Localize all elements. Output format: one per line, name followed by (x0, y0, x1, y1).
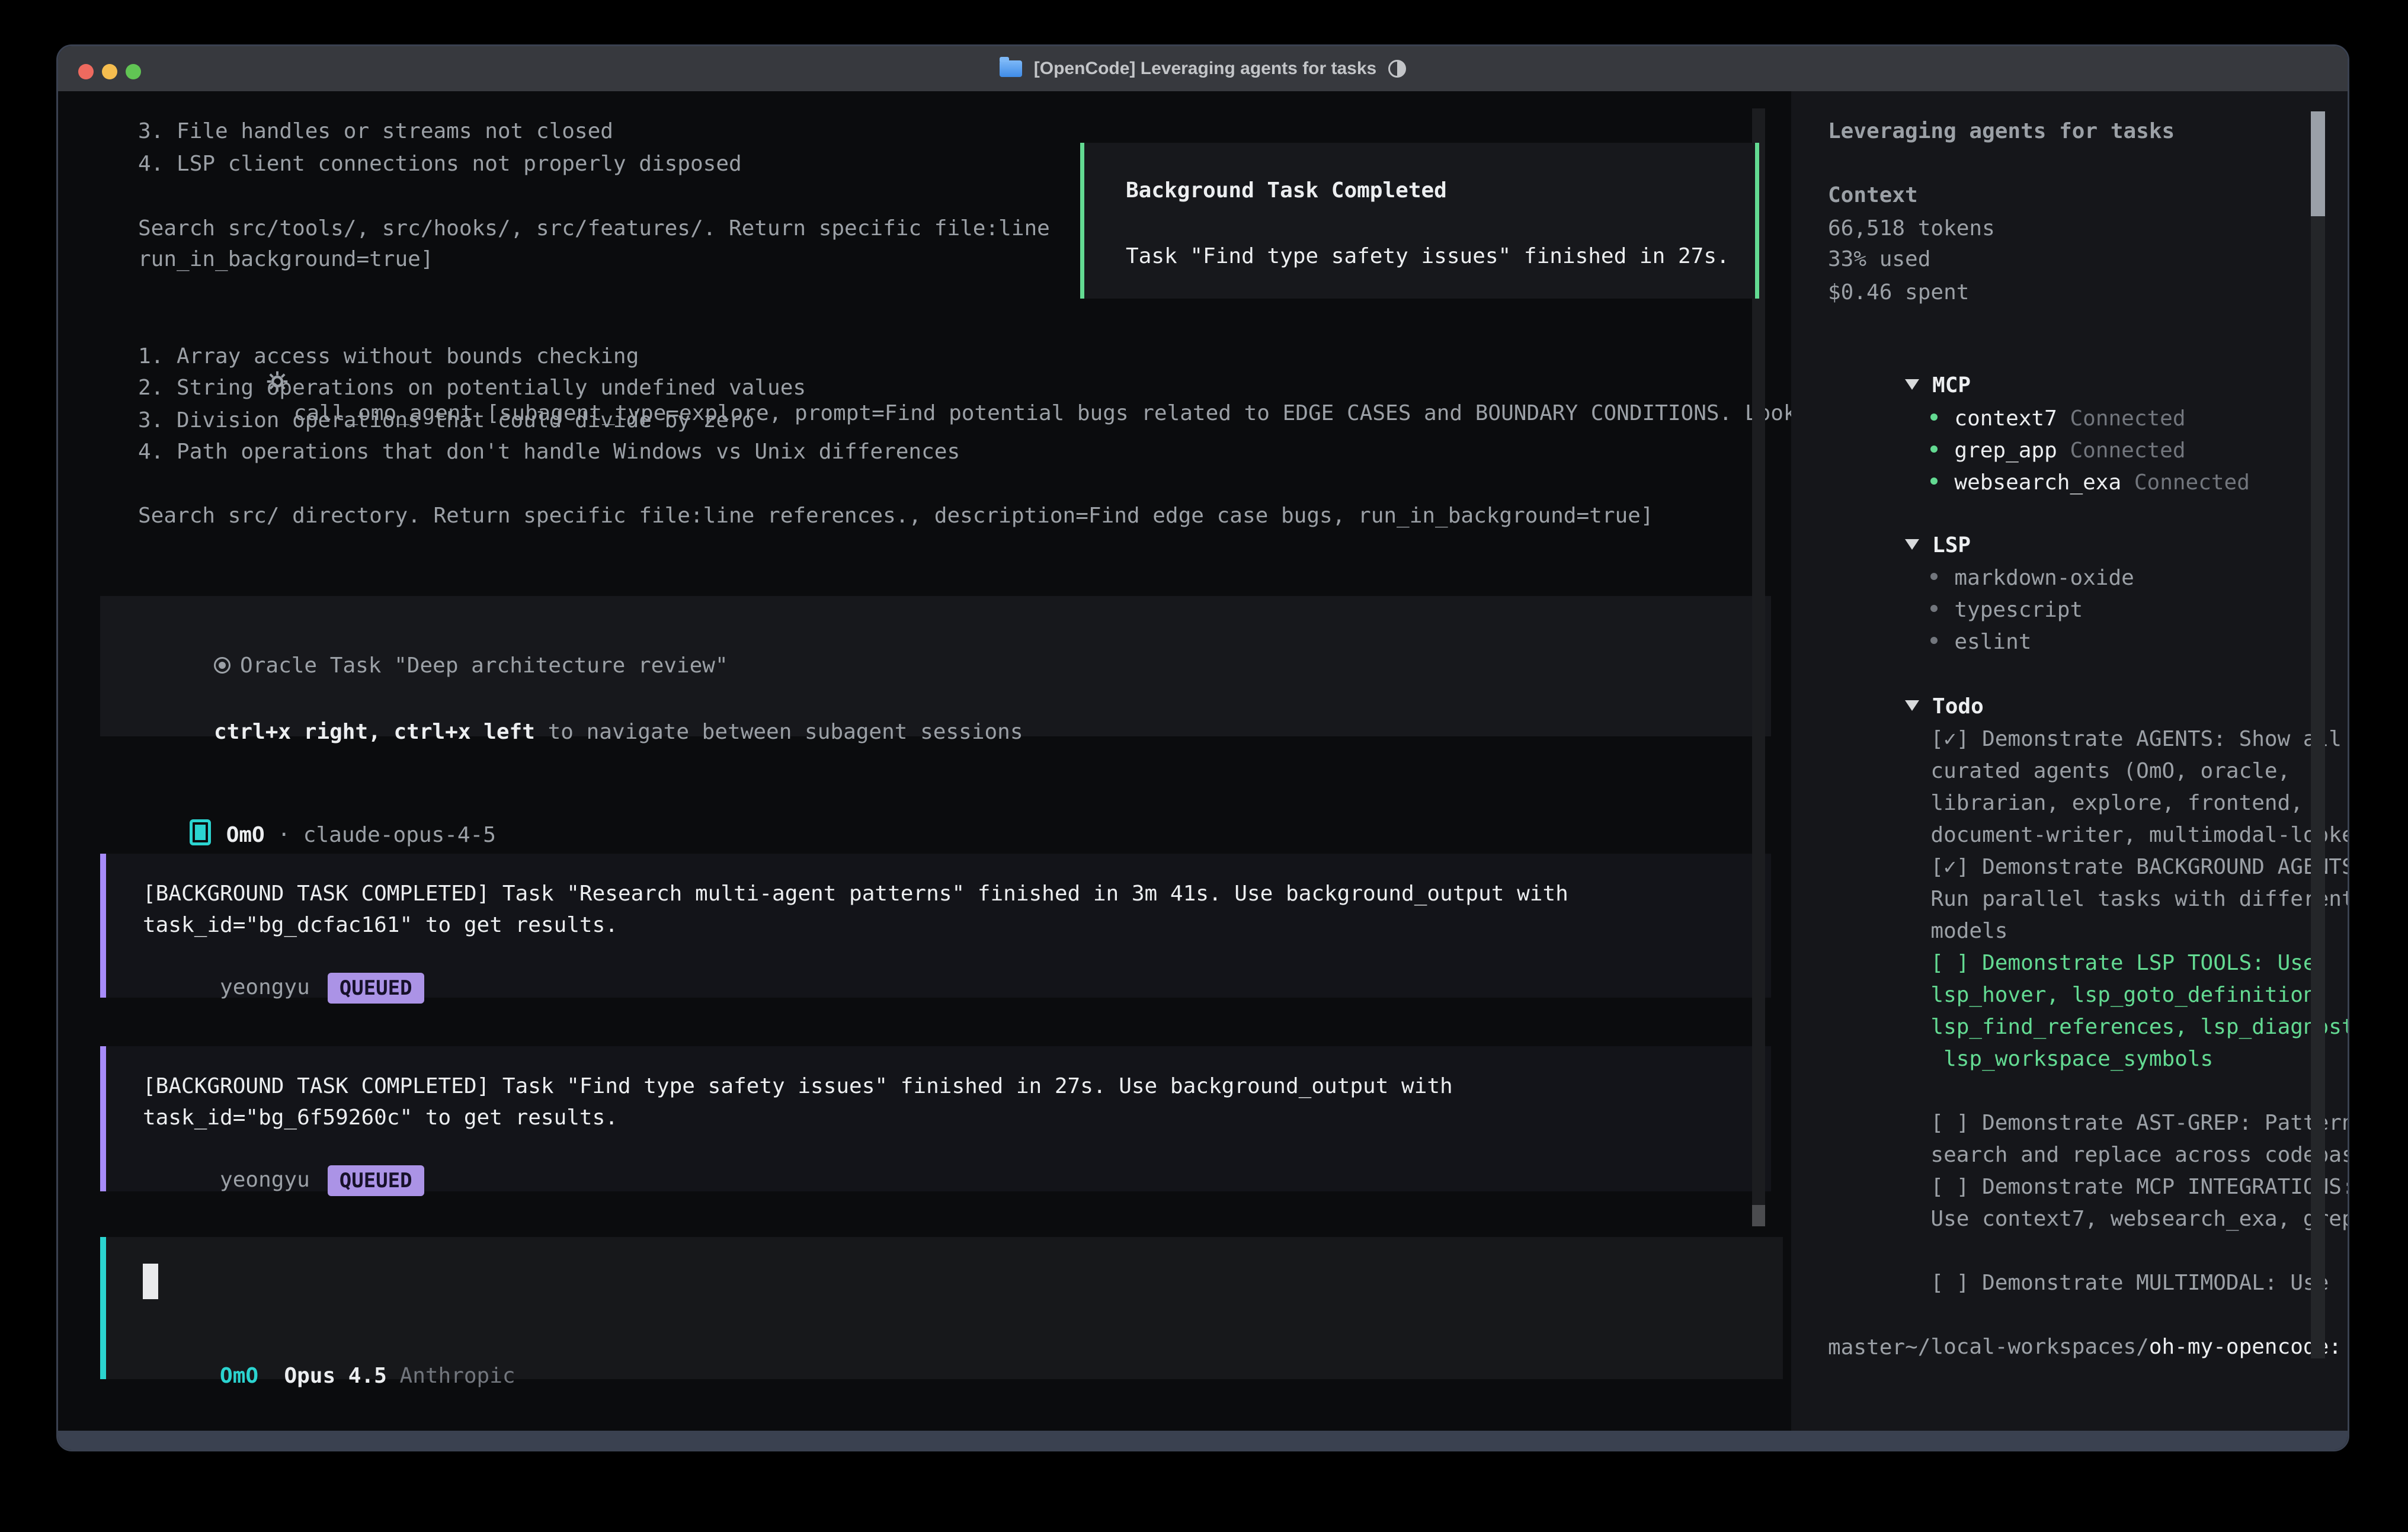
chat-scrollbar-thumb[interactable] (1752, 1205, 1765, 1226)
todo-list: [✓] Demonstrate AGENTS: Show all 7 curat… (1828, 693, 2349, 1269)
todo-line-text: librarian, explore, frontend, (1930, 791, 2303, 815)
agent-omo-icon (190, 819, 211, 845)
sidebar: Leveraging agents for tasks Context 66,5… (1791, 91, 2348, 1434)
todo-line-text: document-writer, multimodal-looker) (1930, 823, 2349, 847)
chat-line: run_in_background=true] (138, 244, 434, 275)
chat-line: Search src/ directory. Return specific f… (138, 501, 1654, 531)
todo-line-text: Run parallel tasks with different (1930, 887, 2349, 911)
mcp-name: context7 (1954, 406, 2057, 431)
task-message-meta: yeongyu QUEUED (143, 941, 424, 1034)
mcp-name: grep_app (1954, 438, 2057, 463)
todo-line-text: [ ] Demonstrate MCP INTEGRATIONS: (1930, 1175, 2349, 1199)
chat-line: 4. LSP client connections not properly d… (138, 149, 742, 180)
status-badge: QUEUED (328, 1165, 424, 1196)
todo-line-text: [ ] Demonstrate LSP TOOLS: Use (1930, 951, 2316, 975)
sidebar-scrollbar[interactable] (2311, 111, 2325, 1358)
task-message: [BACKGROUND TASK COMPLETED] Task "Find t… (100, 1046, 1771, 1191)
todo-line-text: lsp_find_references, lsp_diagnostics, (1930, 1015, 2349, 1039)
lsp-name: eslint (1954, 630, 2031, 654)
task-message-line1: [BACKGROUND TASK COMPLETED] Task "Find t… (143, 1071, 1453, 1102)
oracle-heading: Oracle Task "Deep architecture review" (240, 653, 728, 678)
todo-line-text: curated agents (OmO, oracle, (1930, 759, 2290, 783)
todo-line-text: [ ] Demonstrate AST-GREP: Pattern (1930, 1111, 2349, 1135)
terminal-window: [OpenCode] Leveraging agents for tasks 3… (56, 44, 2349, 1451)
background-task-toast: Background Task Completed Task "Find typ… (1080, 143, 1759, 299)
todo-line-text: Use context7, websearch_exa, grep_app (1930, 1207, 2349, 1231)
workspace-path-prefix: ~/local-workspaces/ (1905, 1335, 2149, 1359)
text-cursor (143, 1264, 158, 1299)
lsp-name: typescript (1954, 598, 2083, 622)
task-message-line2: task_id="bg_dcfac161" to get results. (143, 910, 618, 941)
close-button[interactable] (78, 64, 94, 79)
toast-title: Background Task Completed (1126, 175, 1447, 206)
mcp-status: Connected (2070, 406, 2185, 431)
todo-line-text: search and replace across codebase (1930, 1143, 2349, 1167)
mcp-status: Connected (2070, 438, 2185, 463)
lsp-item: markdown-oxide (1828, 532, 2134, 564)
agent-model: claude-opus-4-5 (303, 823, 496, 847)
chat-line: 2. String operations on potentially unde… (138, 373, 806, 403)
chat-line: 4. Path operations that don't handle Win… (138, 437, 960, 467)
folder-icon (1000, 60, 1022, 77)
todo-line-text: [✓] Demonstrate BACKGROUND AGENTS: (1930, 855, 2349, 879)
todo-line-text: [✓] Demonstrate AGENTS: Show all 7 (1930, 727, 2349, 751)
bullet-dot-icon (1930, 605, 1938, 612)
window-bottom-edge (58, 1431, 2348, 1450)
mcp-list: context7 Connected grep_app Connected we… (1828, 373, 2250, 469)
half-circle-icon (1388, 60, 1406, 78)
agent-separator (265, 823, 278, 847)
workspace-branch: master (1828, 1332, 1905, 1363)
context-spent: $0.46 spent (1828, 277, 1969, 308)
task-message: [BACKGROUND TASK COMPLETED] Task "Resear… (100, 854, 1771, 998)
shortcut-keys: ctrl+x right, ctrl+x left (214, 720, 535, 744)
todo-line: [✓] Demonstrate AGENTS: Show all 7 (1828, 693, 2349, 725)
prompt-input[interactable]: OmO Opus 4.5 Anthropic (100, 1237, 1783, 1379)
input-agent-name[interactable]: OmO (220, 1364, 258, 1388)
fisheye-icon (214, 657, 230, 674)
todo-line-text: models (1930, 919, 2007, 943)
mcp-status: Connected (2134, 470, 2250, 495)
lsp-name: markdown-oxide (1954, 566, 2134, 590)
status-dot-icon (1930, 414, 1938, 421)
chat-line: Search src/tools/, src/hooks/, src/featu… (138, 213, 1050, 244)
task-author: yeongyu (220, 1168, 310, 1192)
todo-line-text: lsp_workspace_symbols (1930, 1047, 2213, 1071)
minimize-button[interactable] (102, 64, 117, 79)
bullet-dot-icon (1930, 573, 1938, 580)
shortcut-description: to navigate between subagent sessions (535, 720, 1023, 744)
dot-separator: · (277, 823, 290, 847)
sidebar-scrollbar-thumb[interactable] (2311, 111, 2325, 216)
task-message-meta: yeongyu QUEUED (143, 1134, 424, 1227)
input-model-name[interactable]: Opus 4.5 (284, 1364, 386, 1388)
status-dot-icon (1930, 477, 1938, 485)
shortcut-hint-line: ctrl+x right, ctrl+x left to navigate be… (137, 686, 1023, 778)
session-title: Leveraging agents for tasks (1828, 116, 2175, 147)
maximize-button[interactable] (126, 64, 141, 79)
toast-body: Task "Find type safety issues" finished … (1126, 241, 1730, 272)
input-provider: Anthropic (400, 1364, 515, 1388)
context-heading: Context (1828, 180, 1918, 211)
todo-line-text: [ ] Demonstrate MULTIMODAL: Use (1930, 1271, 2329, 1295)
bullet-dot-icon (1930, 637, 1938, 644)
oracle-task-panel: Oracle Task "Deep architecture review" c… (100, 596, 1771, 736)
window-title: [OpenCode] Leveraging agents for tasks (1034, 59, 1376, 79)
chat-line: 3. Division operations that could divide… (138, 405, 754, 436)
mcp-item: context7 Connected (1828, 373, 2250, 405)
task-message-line2: task_id="bg_6f59260c" to get results. (143, 1102, 618, 1133)
context-used: 33% used (1828, 244, 1930, 275)
agent-name: OmO (226, 823, 265, 847)
chat-line: 3. File handles or streams not closed (138, 116, 613, 147)
status-dot-icon (1930, 446, 1938, 453)
chat-line: 1. Array access without bounds checking (138, 341, 639, 372)
status-badge: QUEUED (328, 973, 424, 1004)
mcp-name: websearch_exa (1954, 470, 2121, 495)
title-bar: [OpenCode] Leveraging agents for tasks (58, 46, 2348, 91)
lsp-list: markdown-oxide typescript eslint (1828, 532, 2134, 628)
todo-line-text: lsp_hover, lsp_goto_definition, (1930, 983, 2329, 1007)
task-author: yeongyu (220, 975, 310, 999)
context-tokens: 66,518 tokens (1828, 213, 1995, 244)
task-message-line1: [BACKGROUND TASK COMPLETED] Task "Resear… (143, 879, 1568, 909)
